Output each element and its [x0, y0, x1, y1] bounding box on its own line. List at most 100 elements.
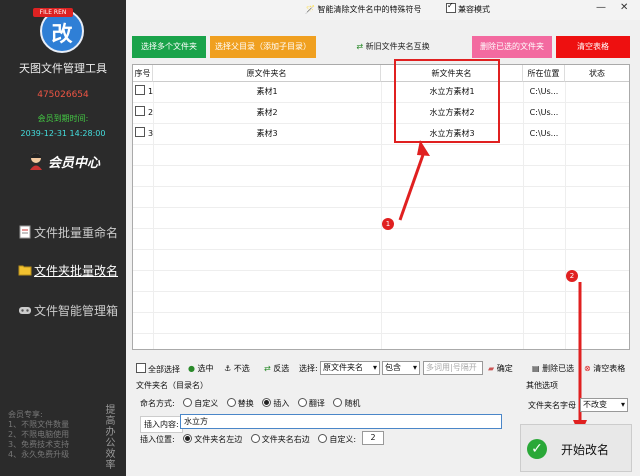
mode-translate-radio[interactable]: 翻译	[297, 398, 325, 408]
benefit-item: 会员专享:	[8, 410, 43, 419]
eraser-icon: ▰	[488, 364, 495, 373]
delete-selected-tool-button[interactable]: ▤ 删除已选	[532, 363, 574, 374]
row-checkbox[interactable]	[135, 127, 145, 137]
row-divider	[133, 312, 629, 313]
table-row[interactable]: 1 素材1 水立方素材1 C:\Us...	[133, 82, 629, 102]
mode-replace-radio[interactable]: 替换	[226, 398, 254, 408]
position-label: 插入位置:	[140, 435, 175, 444]
app-title: 天图文件管理工具	[19, 62, 107, 75]
clear-special-chars-label: 智能清除文件名中的特殊符号	[317, 5, 422, 14]
mode-random-radio[interactable]: 随机	[333, 398, 360, 408]
compat-mode-label: 兼容模式	[458, 5, 490, 14]
col-header-location[interactable]: 所在位置	[523, 65, 565, 82]
radio-icon	[333, 398, 343, 407]
other-options-title: 其他选项	[526, 381, 558, 390]
start-rename-label: 开始改名	[561, 443, 610, 457]
gamepad-icon	[19, 307, 31, 314]
match-select[interactable]: 包含	[382, 361, 420, 375]
nav-label: 文件批量重命名	[34, 226, 119, 240]
row-divider	[133, 270, 629, 271]
row-divider	[133, 207, 629, 208]
nav-folder-rename[interactable]: 文件夹批量改名	[18, 260, 126, 282]
checkbox-icon	[136, 363, 146, 373]
status	[565, 124, 629, 144]
row-checkbox[interactable]	[135, 85, 145, 95]
original-name: 素材2	[256, 108, 278, 117]
position-right-radio[interactable]: 文件夹名右边	[250, 434, 310, 444]
position-left-radio[interactable]: 文件夹名左边	[183, 434, 242, 444]
clear-table-tool-button[interactable]: ⊗ 清空表格	[584, 363, 625, 374]
confirm-button[interactable]: ▰ 确定	[488, 363, 513, 374]
insert-content-label: 插入内容:	[140, 416, 183, 433]
swap-icon: ⇄	[264, 364, 271, 373]
letter-case-select[interactable]: 不改变	[580, 398, 628, 412]
swap-names-button[interactable]: ⇄ 新旧文件夹名互换	[345, 36, 441, 58]
table-row[interactable]: 2 素材2 水立方素材2 C:\Us...	[133, 103, 629, 123]
benefits-list: 会员专享: 1、不限文件数量 2、不限电脑使用 3、免费技术支持 4、永久免费升…	[8, 410, 100, 460]
swap-icon: ⇄	[356, 42, 364, 51]
start-rename-button[interactable]: ✓ 开始改名	[520, 424, 632, 472]
selection-toolbar: 全部选择 ● 选中 ⚓ 不选 ⇄ 反选 选择: 原文件夹名 包含 多词用|号隔开…	[132, 360, 630, 378]
choose-label: 选择:	[299, 364, 318, 373]
insert-position-group: 插入位置: 文件夹名左边 文件夹名右边 自定义:	[140, 434, 356, 445]
nav-file-rename[interactable]: 文件批量重命名	[18, 222, 126, 244]
close-circle-icon: ⊗	[584, 364, 591, 373]
user-id: 475026654	[37, 90, 89, 100]
mode-custom-radio[interactable]: 自定义	[183, 398, 218, 408]
mode-insert-radio[interactable]: 插入	[262, 398, 289, 408]
benefit-item: 4、永久免费升级	[8, 450, 70, 459]
folder-table: 序号 原文件夹名 新文件夹名 所在位置 状态 1 素材1 水立方素材1 C:\U…	[132, 64, 630, 350]
table-row[interactable]: 3 素材3 水立方素材3 C:\Us...	[133, 124, 629, 144]
location: C:\Us...	[529, 108, 559, 117]
other-options: 其他选项 文件夹名字母 不改变	[520, 378, 632, 418]
row-checkbox[interactable]	[135, 106, 145, 116]
radio-icon	[318, 434, 328, 443]
document-icon	[19, 225, 31, 239]
vip-expiry-date: 2039-12-31 14:28:00	[20, 129, 106, 138]
clear-special-chars-option[interactable]: 🪄 智能清除文件名中的特殊符号	[305, 4, 422, 15]
location: C:\Us...	[529, 129, 559, 138]
status	[565, 82, 629, 102]
keyword-input[interactable]: 多词用|号隔开	[423, 361, 483, 375]
deselect-button[interactable]: ⚓ 不选	[224, 363, 250, 374]
anchor-icon: ⚓	[224, 364, 232, 373]
radio-icon	[183, 398, 193, 407]
row-number: 1	[135, 82, 155, 102]
benefit-item: 2、不限电脑使用	[8, 430, 70, 439]
row-number: 2	[135, 103, 155, 123]
highlight-box	[394, 59, 500, 143]
compat-mode-checkbox[interactable]: 兼容模式	[446, 1, 490, 15]
naming-label: 命名方式:	[140, 399, 175, 408]
nav-smart-manager[interactable]: 文件智能管理箱	[18, 300, 126, 322]
insert-content-input[interactable]: 水立方	[180, 414, 502, 429]
select-multiple-folders-button[interactable]: 选择多个文件夹	[132, 36, 206, 58]
scope-select[interactable]: 原文件夹名	[320, 361, 380, 375]
member-center-button[interactable]: 会员中心	[28, 150, 118, 172]
naming-mode-group: 命名方式: 自定义 替换 插入 翻译 随机	[140, 398, 360, 409]
delete-selected-folders-button[interactable]: 删除已选的文件夹	[472, 36, 552, 58]
folder-icon	[18, 265, 32, 276]
radio-icon	[297, 398, 307, 407]
minimize-icon[interactable]: —	[596, 2, 606, 13]
member-center-label: 会员中心	[48, 156, 101, 171]
radio-icon	[226, 398, 236, 407]
select-button[interactable]: ● 选中	[188, 363, 214, 374]
select-parent-directory-button[interactable]: 选择父目录（添加子目录）	[210, 36, 316, 58]
col-header-status[interactable]: 状态	[565, 65, 629, 82]
position-custom-radio[interactable]: 自定义:	[318, 434, 356, 444]
col-header-no[interactable]: 序号	[133, 65, 153, 82]
logo-flag: FILE REN	[33, 8, 73, 17]
sidebar: FILE REN 改 天图文件管理工具 475026654 会员到期时间: 20…	[0, 0, 126, 476]
clear-table-button[interactable]: 清空表格	[556, 36, 630, 58]
invert-button[interactable]: ⇄ 反选	[264, 363, 289, 374]
swap-label: 新旧文件夹名互换	[365, 42, 430, 51]
select-all-checkbox[interactable]: 全部选择	[136, 363, 180, 375]
row-number: 3	[135, 124, 155, 144]
col-header-original[interactable]: 原文件夹名	[153, 65, 381, 82]
benefit-item: 1、不限文件数量	[8, 420, 70, 429]
row-divider	[133, 165, 629, 166]
close-icon[interactable]: ✕	[620, 2, 628, 13]
row-divider	[133, 291, 629, 292]
checkbox-icon	[446, 1, 456, 13]
custom-position-input[interactable]: 2	[362, 431, 384, 445]
